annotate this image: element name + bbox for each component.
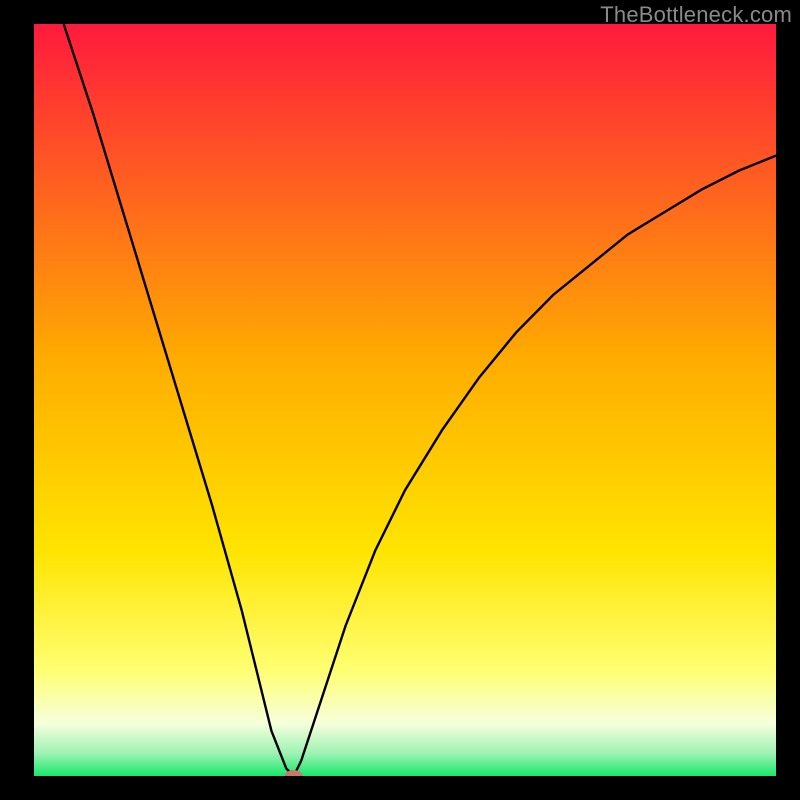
plot-area — [34, 24, 776, 776]
gradient-background — [34, 24, 776, 776]
watermark-text: TheBottleneck.com — [600, 2, 792, 28]
chart-frame: TheBottleneck.com — [0, 0, 800, 800]
bottleneck-chart — [34, 24, 776, 776]
